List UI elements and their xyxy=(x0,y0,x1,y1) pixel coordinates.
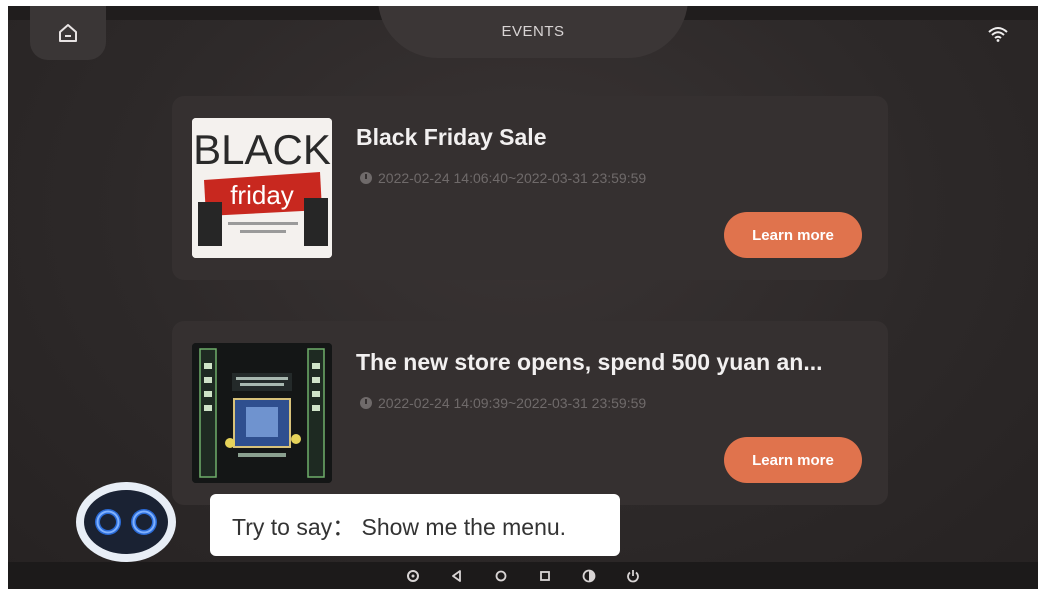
black-friday-image: BLACK friday xyxy=(192,118,332,258)
voice-hint-text: Try to say： Show me the menu. xyxy=(232,514,567,540)
event-card[interactable]: BLACK friday Black Friday Sale 2022-02-2… xyxy=(172,96,888,280)
event-time-range: 2022-02-24 14:09:39~2022-03-31 23:59:59 xyxy=(378,395,647,411)
event-time-range: 2022-02-24 14:06:40~2022-03-31 23:59:59 xyxy=(378,170,647,186)
robot-icon xyxy=(76,482,176,562)
home-icon xyxy=(59,24,77,42)
back-icon[interactable] xyxy=(448,567,466,585)
thumbnail-text-black: BLACK xyxy=(193,126,331,173)
event-thumbnail-black-friday: BLACK friday xyxy=(192,118,332,258)
power-icon[interactable] xyxy=(624,567,642,585)
home-nav-icon[interactable] xyxy=(492,567,510,585)
voice-hint-bubble: Try to say： Show me the menu. xyxy=(210,494,620,556)
learn-more-button[interactable]: Learn more xyxy=(724,212,862,258)
new-store-image xyxy=(192,343,332,483)
event-card[interactable]: The new store opens, spend 500 yuan an..… xyxy=(172,321,888,505)
event-time: 2022-02-24 14:09:39~2022-03-31 23:59:59 xyxy=(360,395,646,411)
event-title: The new store opens, spend 500 yuan an..… xyxy=(356,349,823,375)
event-title: Black Friday Sale xyxy=(356,124,547,150)
home-button[interactable] xyxy=(30,6,106,60)
assistant-robot-avatar[interactable] xyxy=(74,478,178,564)
volume-icon[interactable] xyxy=(580,567,598,585)
clock-icon xyxy=(360,397,372,409)
event-thumbnail-new-store xyxy=(192,343,332,483)
clock-icon xyxy=(360,172,372,184)
event-time: 2022-02-24 14:06:40~2022-03-31 23:59:59 xyxy=(360,170,646,186)
thumbnail-text-friday: friday xyxy=(230,180,294,210)
learn-more-button[interactable]: Learn more xyxy=(724,437,862,483)
settings-icon[interactable] xyxy=(404,567,422,585)
app-screen: EVENTS BLACK friday Black Friday Sale 20… xyxy=(8,6,1038,589)
wifi-icon xyxy=(988,27,1008,42)
system-nav-bar xyxy=(8,562,1038,589)
recents-icon[interactable] xyxy=(536,567,554,585)
page-title: EVENTS xyxy=(501,23,565,40)
wifi-status xyxy=(988,26,1008,47)
page-title-tab: EVENTS xyxy=(378,6,688,58)
